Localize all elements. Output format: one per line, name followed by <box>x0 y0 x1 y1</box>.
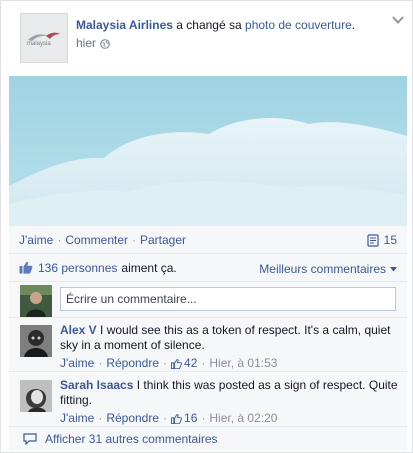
comment-like-button[interactable]: J'aime <box>60 356 94 371</box>
post-actions: J'aime · Commenter · Partager 15 <box>9 226 407 254</box>
separator: · <box>57 232 62 247</box>
page-avatar[interactable]: malaysia <box>20 13 68 63</box>
comment-meta: J'aime · Répondre · 42 · Hier, à 01:53 <box>60 356 400 371</box>
view-more-label: Afficher 31 autres commentaires <box>45 432 218 446</box>
best-comments-label: Meilleurs commentaires <box>259 262 386 276</box>
comment-body: Sarah Isaacs I think this was posted as … <box>60 378 400 426</box>
comment-text: I would see this as a token of respect. … <box>60 323 391 352</box>
comment-reply-button[interactable]: Répondre <box>106 356 159 371</box>
commenter-avatar[interactable] <box>20 380 52 412</box>
action-end: . <box>351 18 356 32</box>
thumbs-up-icon <box>171 413 182 424</box>
comment-item: Alex V I would see this as a token of re… <box>9 318 407 372</box>
comment-meta: J'aime · Répondre · 16 · Hier, à 02:20 <box>60 411 400 426</box>
current-user-avatar <box>20 285 52 317</box>
thumbs-up-icon <box>171 358 182 369</box>
cover-photo-link[interactable]: photo de couverture <box>245 18 352 32</box>
commenter-avatar[interactable] <box>20 325 52 357</box>
comment-bubble-icon <box>367 233 379 247</box>
comment-count-value: 15 <box>383 233 397 247</box>
action-text: a changé sa <box>176 18 242 32</box>
cover-photo[interactable] <box>9 76 407 226</box>
separator: · <box>163 356 168 370</box>
best-comments-dropdown[interactable]: Meilleurs commentaires <box>259 262 397 276</box>
comment-likes[interactable]: 16 <box>171 411 197 426</box>
separator: · <box>98 356 103 370</box>
view-more-comments[interactable]: Afficher 31 autres commentaires <box>9 427 407 451</box>
svg-text:malaysia: malaysia <box>27 41 51 47</box>
separator: · <box>132 232 136 247</box>
separator: · <box>98 411 103 425</box>
comment-time[interactable]: Hier, à 01:53 <box>209 356 277 371</box>
comment-like-count: 16 <box>184 411 198 425</box>
share-button[interactable]: Partager <box>140 233 186 247</box>
comment-reply-button[interactable]: Répondre <box>106 411 159 426</box>
separator: · <box>201 411 206 425</box>
author-link[interactable]: Malaysia Airlines <box>76 18 173 32</box>
comment-body: Alex V I would see this as a token of re… <box>60 323 400 371</box>
comment-like-count: 42 <box>184 356 198 370</box>
post-headline: Malaysia Airlines a changé sa photo de c… <box>76 17 355 52</box>
post-time[interactable]: hier <box>76 35 96 52</box>
separator: · <box>163 411 168 425</box>
post-header: malaysia Malaysia Airlines a changé sa p… <box>1 1 412 76</box>
likes-summary: 136 personnes aiment ça. Meilleurs comme… <box>9 254 407 282</box>
post-card: malaysia Malaysia Airlines a changé sa p… <box>0 0 413 453</box>
comments-icon <box>23 433 37 445</box>
caret-down-icon <box>390 266 397 271</box>
comment-button[interactable]: Commenter <box>65 233 128 247</box>
likes-suffix: aiment ça. <box>121 260 177 275</box>
comment-like-button[interactable]: J'aime <box>60 411 94 426</box>
commenter-name[interactable]: Alex V <box>60 323 97 337</box>
malaysia-airlines-logo: malaysia <box>27 32 60 47</box>
sky-clouds-image <box>9 76 407 226</box>
write-comment-row <box>9 282 407 318</box>
likers-link[interactable]: 136 personnes <box>38 261 117 275</box>
comment-count[interactable]: 15 <box>367 233 397 247</box>
thumbs-up-icon <box>19 261 33 274</box>
globe-icon <box>100 38 110 49</box>
comment-time[interactable]: Hier, à 02:20 <box>209 411 277 426</box>
like-button[interactable]: J'aime <box>19 233 53 247</box>
chevron-down-icon[interactable] <box>392 15 404 25</box>
commenter-name[interactable]: Sarah Isaacs <box>60 378 133 392</box>
comment-item: Sarah Isaacs I think this was posted as … <box>9 373 407 427</box>
separator: · <box>201 356 206 370</box>
comment-likes[interactable]: 42 <box>171 356 197 371</box>
comment-input[interactable] <box>60 287 396 311</box>
